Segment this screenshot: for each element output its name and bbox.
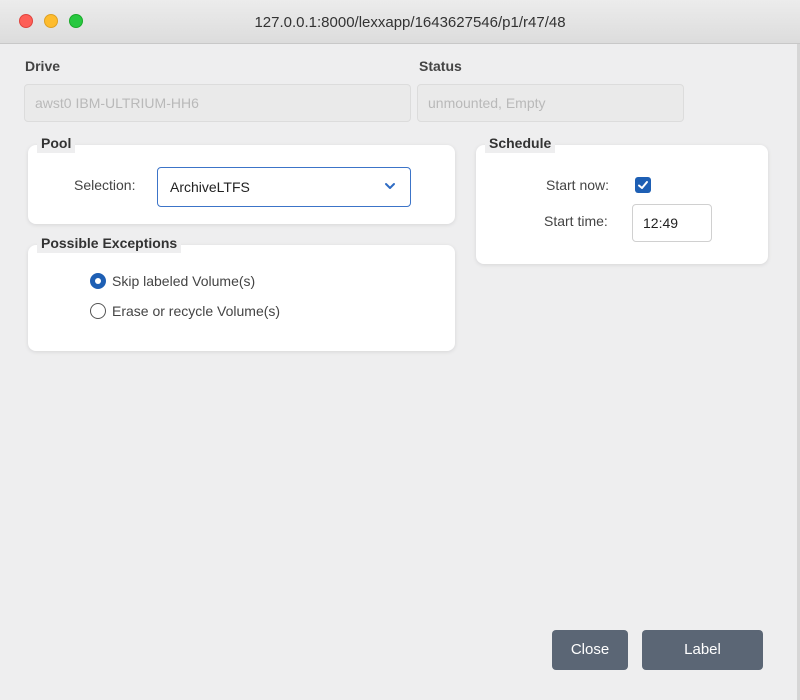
schedule-card bbox=[476, 145, 768, 264]
skip-labeled-label[interactable]: Skip labeled Volume(s) bbox=[112, 273, 255, 289]
exceptions-card bbox=[28, 245, 455, 351]
schedule-title: Schedule bbox=[485, 135, 556, 153]
pool-select-value: ArchiveLTFS bbox=[170, 179, 250, 195]
start-time-label: Start time: bbox=[544, 213, 608, 229]
selection-label: Selection: bbox=[74, 177, 136, 193]
erase-recycle-label[interactable]: Erase or recycle Volume(s) bbox=[112, 303, 280, 319]
status-label: Status bbox=[419, 58, 462, 74]
title-bar: 127.0.0.1:8000/lexxapp/1643627546/p1/r47… bbox=[0, 0, 800, 44]
start-now-checkbox[interactable] bbox=[635, 177, 651, 193]
start-now-label: Start now: bbox=[546, 177, 610, 193]
pool-title: Pool bbox=[37, 135, 76, 153]
start-time-input[interactable]: 12:49 bbox=[632, 204, 712, 242]
exceptions-title: Possible Exceptions bbox=[37, 235, 182, 253]
status-field: unmounted, Empty bbox=[417, 84, 684, 122]
erase-recycle-radio[interactable] bbox=[90, 303, 106, 319]
skip-labeled-radio[interactable] bbox=[90, 273, 106, 289]
window-title: 127.0.0.1:8000/lexxapp/1643627546/p1/r47… bbox=[254, 14, 566, 31]
label-button[interactable]: Label bbox=[642, 630, 763, 670]
drive-label: Drive bbox=[25, 58, 61, 74]
close-button[interactable]: Close bbox=[552, 630, 628, 670]
pool-select[interactable]: ArchiveLTFS bbox=[157, 167, 411, 207]
dialog-window: 127.0.0.1:8000/lexxapp/1643627546/p1/r47… bbox=[0, 0, 800, 700]
drive-field: awst0 IBM-ULTRIUM-HH6 bbox=[24, 84, 411, 122]
chevron-down-icon bbox=[385, 183, 395, 189]
checkmark-icon bbox=[638, 181, 648, 189]
